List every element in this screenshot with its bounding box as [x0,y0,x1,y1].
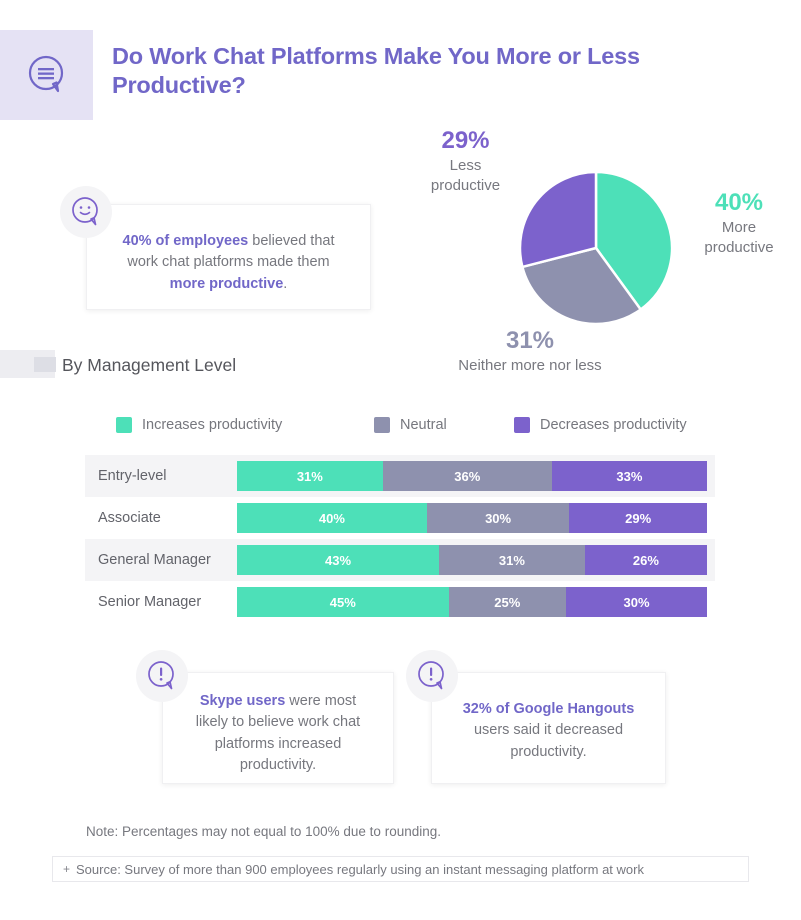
bar-track: 43% 31% 26% [237,545,707,575]
bar-track: 40% 30% 29% [237,503,707,533]
legend-label-decreases: Decreases productivity [540,417,687,433]
legend-item-neutral: Neutral [374,417,447,433]
bar-track: 31% 36% 33% [237,461,707,491]
pie-label-neither: 31% Neither more nor less [410,326,650,376]
smiley-speech-bubble-icon [72,197,98,226]
pie-caption-more: More productive [704,219,774,256]
expand-plus-icon[interactable]: + [63,862,70,876]
bar-segment: 30% [426,503,570,533]
bar-segment: 33% [551,461,707,491]
bar-segment: 31% [237,461,383,491]
pie-chart-svg [520,172,672,324]
callout-top-text: 40% of employees believed that work chat… [122,233,335,292]
legend-item-increases: Increases productivity [116,417,282,433]
pie-chart [520,172,672,324]
pie-value-more: 40% [714,189,764,216]
section-decor-small [34,357,56,372]
header: Do Work Chat Platforms Make You More or … [0,30,801,120]
legend-swatch-decreases [514,417,530,433]
bar-segment: 25% [448,587,566,617]
table-row: Entry-level 31% 36% 33% [85,455,715,497]
legend-label-increases: Increases productivity [142,417,283,433]
callout-top-badge [60,186,112,238]
source-bar[interactable]: + Source: Survey of more than 900 employ… [52,856,749,882]
callout-bottom-right-text: 32% of Google Hangouts users said it dec… [462,701,635,760]
exclamation-speech-bubble-icon [148,661,174,690]
bar-segment: 45% [237,587,449,617]
pie-caption-less: Less productive [430,157,501,194]
legend-item-decreases: Decreases productivity [514,417,687,433]
bar-segment: 26% [584,545,707,575]
section-title: By Management Level [62,355,237,375]
bar-row-label: Senior Manager [98,594,202,610]
bar-segment: 43% [237,545,440,575]
legend-swatch-neutral [374,417,390,433]
pie-label-more-productive: 40% More productive [680,188,798,258]
bar-segment: 31% [439,545,585,575]
callout-bottom-left-text: Skype users were most likely to believe … [195,693,361,774]
source-text: Source: Survey of more than 900 employee… [76,861,644,877]
callout-bottom-right-badge [406,650,458,702]
bar-row-label: Entry-level [98,468,167,484]
callout-bottom-right: 32% of Google Hangouts users said it dec… [431,672,666,784]
legend-label-neutral: Neutral [400,417,447,433]
stacked-bar-chart: Entry-level 31% 36% 33% Associate 40% 30% 29% Ge… [85,455,715,625]
bar-row-label: General Manager [98,552,211,568]
legend: Increases productivity Neutral Decreases… [116,417,726,437]
pie-caption-neither: Neither more nor less [458,357,602,374]
bar-segment: 36% [382,461,552,491]
speech-bubble-lines-icon [28,55,63,93]
table-row: Associate 40% 30% 29% [85,497,715,539]
bar-segment: 40% [237,503,427,533]
table-row: General Manager 43% 31% 26% [85,539,715,581]
callout-bottom-left: Skype users were most likely to believe … [162,672,394,784]
callout-top: 40% of employees believed that work chat… [86,204,371,310]
bar-segment: 29% [569,503,707,533]
bar-row-label: Associate [98,510,161,526]
page-title: Do Work Chat Platforms Make You More or … [112,43,640,98]
pie-label-less-productive: 29% Less productive [398,126,533,196]
table-row: Senior Manager 45% 25% 30% [85,581,715,623]
pie-value-neither: 31% [505,327,555,354]
bar-segment: 30% [566,587,707,617]
legend-swatch-increases [116,417,132,433]
footer-note: Note: Percentages may not equal to 100% … [86,824,441,839]
bar-track: 45% 25% 30% [237,587,707,617]
header-icon-box [0,30,93,120]
exclamation-speech-bubble-icon [418,661,444,690]
pie-value-less: 29% [441,127,490,154]
callout-bottom-left-badge [136,650,188,702]
